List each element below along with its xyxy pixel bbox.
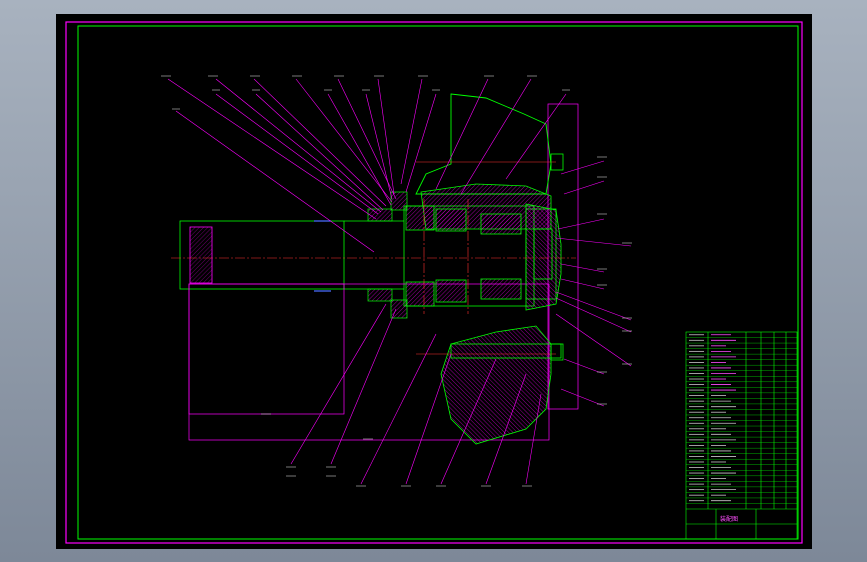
parts-list-table [685, 331, 798, 540]
drawing-svg: 装配图 [65, 21, 803, 544]
drawing-canvas[interactable]: 装配图 [56, 14, 812, 549]
bearings [405, 205, 522, 307]
lower-housing [416, 325, 562, 445]
parts-list-rows [686, 334, 797, 504]
part-label-marks [161, 75, 632, 487]
title-block-name: 装配图 [720, 515, 738, 523]
shaft-end-hatch [190, 227, 212, 283]
accent-marks [314, 220, 331, 292]
cad-viewport: 装配图 [0, 0, 867, 562]
leader-lines [167, 78, 632, 485]
